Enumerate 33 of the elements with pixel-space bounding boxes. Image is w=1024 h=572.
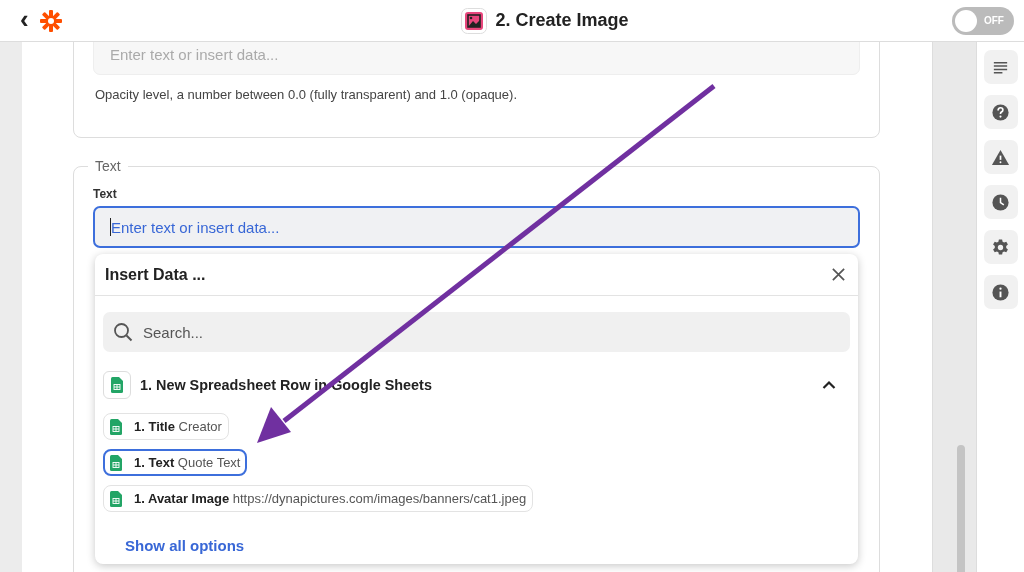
spreadsheet-icon (110, 490, 122, 507)
step-title: 2. Create Image (495, 10, 629, 31)
image-app-icon (461, 7, 488, 34)
info-button[interactable] (983, 275, 1018, 309)
warning-icon (991, 147, 1010, 167)
search-icon (113, 322, 133, 342)
spreadsheet-icon (110, 454, 122, 471)
clock-icon (991, 192, 1010, 212)
settings-icon (991, 237, 1010, 257)
back-button[interactable]: ‹ (18, 5, 31, 32)
close-icon[interactable] (831, 267, 846, 282)
data-option-chip[interactable]: 1. Text Quote Text (103, 449, 248, 476)
history-button[interactable] (983, 185, 1018, 219)
text-input[interactable]: Enter text or insert data... (93, 206, 860, 248)
asterisk-logo-icon (38, 8, 63, 33)
help-text: Opacity level, a number between 0.0 (fully transparent) and 1.0 (opaque). (95, 87, 519, 102)
notes-button[interactable] (983, 50, 1018, 84)
data-option-chip[interactable]: 1. Avatar Image https://dynapictures.com/images/banners/cat1.jpeg (103, 485, 534, 512)
spreadsheet-icon (110, 418, 122, 435)
show-all-link[interactable]: Show all options (125, 537, 245, 554)
warning-button[interactable] (983, 140, 1018, 174)
collapse-chevron-icon[interactable] (822, 380, 836, 390)
settings-button[interactable] (983, 230, 1018, 264)
section-legend: Text (88, 158, 128, 174)
search-field[interactable]: Search... (103, 312, 850, 352)
info-icon (991, 282, 1010, 302)
help-icon (991, 102, 1010, 122)
help-button[interactable] (983, 95, 1018, 129)
scrollbar-thumb[interactable] (957, 445, 965, 572)
spreadsheet-icon (111, 377, 123, 393)
data-option-chip[interactable]: 1. Title Creator (103, 413, 229, 440)
field-label: Text (93, 187, 118, 201)
panel-title: Insert Data ... (105, 265, 206, 284)
